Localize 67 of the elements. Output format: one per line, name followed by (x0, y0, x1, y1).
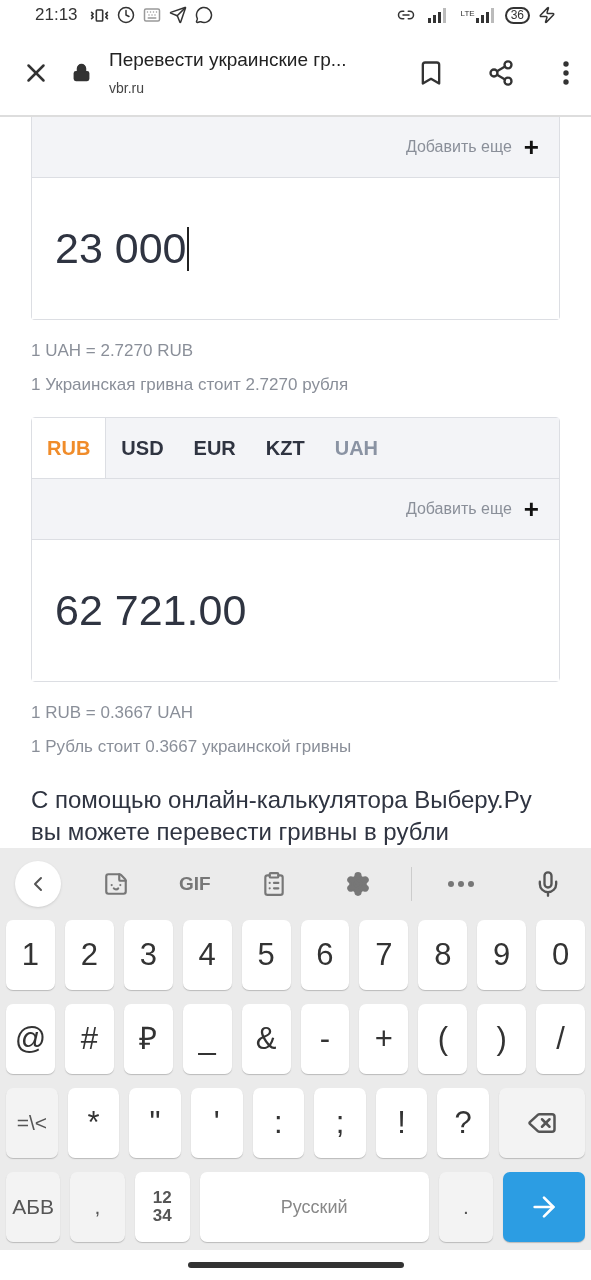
more-icon[interactable] (447, 881, 474, 887)
page-title: Перевести украинские гр... (109, 47, 348, 72)
charging-icon (538, 6, 556, 25)
keyboard-key[interactable]: 6 (300, 920, 350, 990)
keyboard-key[interactable]: & (241, 1004, 291, 1074)
enter-key[interactable] (503, 1172, 585, 1242)
keyboard-key[interactable]: ! (375, 1088, 428, 1158)
text-cursor (186, 226, 189, 271)
exchange-rate-text: 1 Украинская гривна стоит 2.7270 рубля (31, 374, 350, 397)
backspace-key[interactable] (499, 1088, 585, 1158)
send-icon (168, 6, 187, 25)
share-icon (487, 58, 515, 87)
amount-field[interactable]: 23 000 (55, 227, 187, 271)
keyboard-key[interactable]: / (536, 1004, 586, 1074)
chat-icon (194, 6, 213, 25)
exchange-rate: 1 UAH = 2.7270 RUB (31, 340, 195, 363)
keyboard-key[interactable]: * (67, 1088, 120, 1158)
signal-icon (474, 7, 497, 24)
keyboard-key[interactable]: 9 (477, 920, 527, 990)
add-button[interactable]: + (523, 134, 539, 161)
keyboard-key[interactable]: _ (182, 1004, 232, 1074)
signal-icon (426, 7, 449, 24)
gif-button[interactable]: GIF (179, 869, 211, 899)
keyboard-key[interactable]: + (359, 1004, 409, 1074)
exchange-rate-text: 1 Рубль стоит 0.3667 украинской гривны (31, 736, 353, 758)
network-label: LTE (460, 8, 475, 20)
battery-indicator: 36 (504, 6, 530, 24)
sticker-icon (103, 871, 129, 897)
keyboard-key[interactable]: " (129, 1088, 181, 1158)
keyboard-key[interactable]: - (300, 1004, 350, 1074)
page-url: vbr.ru (109, 79, 145, 99)
keyboard-key[interactable]: 4 (182, 920, 232, 990)
status-time: 21:13 (35, 4, 78, 27)
keyboard-key[interactable]: 8 (418, 920, 468, 990)
keyboard-key[interactable]: =\< (6, 1088, 58, 1158)
menu-icon (563, 60, 569, 85)
currency-tab[interactable]: USD (106, 418, 179, 478)
keyboard-key[interactable]: , (70, 1172, 125, 1242)
keyboard-key[interactable]: ' (190, 1088, 243, 1158)
currency-tab[interactable]: KZT (250, 418, 320, 478)
keyboard-key[interactable]: ) (477, 1004, 527, 1074)
add-button[interactable]: + (523, 496, 539, 522)
amount-field[interactable]: 62 721.00 (55, 589, 247, 632)
exchange-rate: 1 RUB = 0.3667 UAH (31, 702, 195, 724)
keyboard-key[interactable]: @ (6, 1004, 55, 1074)
keyboard-key[interactable]: АБВ (6, 1172, 61, 1242)
keyboard-key[interactable]: 2 (64, 920, 114, 990)
keyboard-key[interactable]: . (438, 1172, 493, 1242)
keyboard-key[interactable]: 5 (241, 920, 291, 990)
keyboard-key[interactable]: 3 (123, 920, 173, 990)
keyboard-key[interactable]: : (252, 1088, 305, 1158)
keyboard-key[interactable]: ? (437, 1088, 489, 1158)
keyboard-key[interactable]: ; (314, 1088, 366, 1158)
keyboard-icon (142, 6, 161, 25)
lock-icon (72, 63, 91, 83)
description-paragraph: С помощью онлайн-калькулятора Выберу.Ру вы можете перевести гривны в рубли (31, 785, 533, 847)
space-key[interactable]: Русский (199, 1172, 429, 1242)
keyboard-key[interactable]: 7 (359, 920, 409, 990)
currency-tab[interactable]: EUR (178, 418, 251, 478)
keyboard-key[interactable]: ₽ (123, 1004, 173, 1074)
clock-icon (116, 6, 135, 25)
keyboard-key[interactable]: # (64, 1004, 114, 1074)
keyboard-key[interactable]: 0 (536, 920, 586, 990)
keyboard-key[interactable]: ( (418, 1004, 468, 1074)
keyboard-key[interactable]: 1 (6, 920, 55, 990)
settings-icon (344, 871, 371, 897)
numbers-key[interactable]: 12 34 (134, 1172, 190, 1242)
